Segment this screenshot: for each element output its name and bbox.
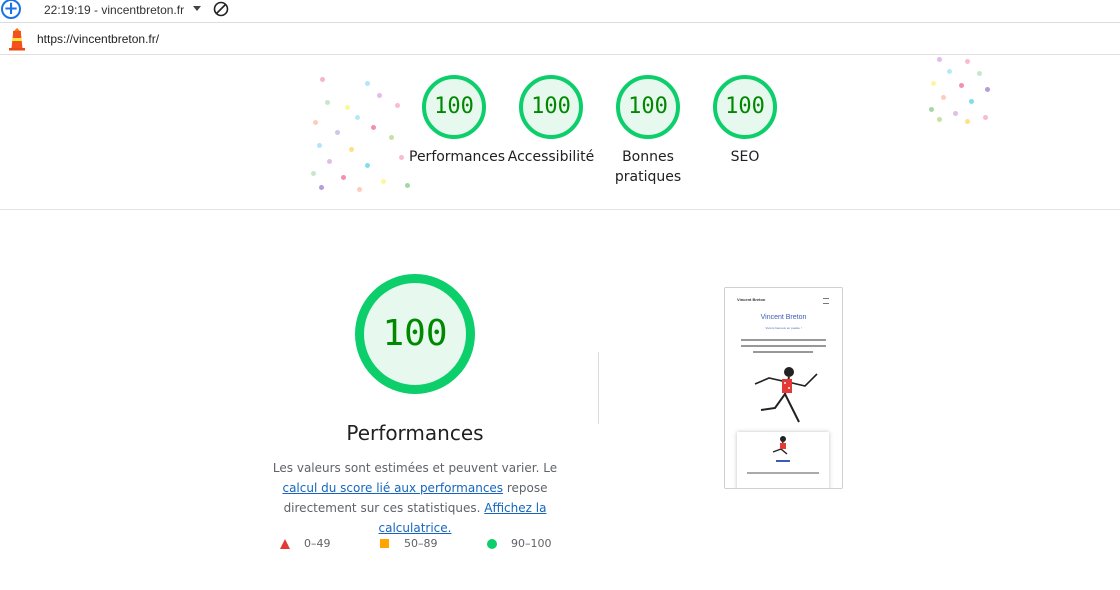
gauge-seo[interactable]: 100 SEO bbox=[700, 75, 790, 167]
gauge-circle: 100 bbox=[713, 75, 777, 139]
performance-description: Les valeurs sont estimées et peuvent var… bbox=[259, 458, 571, 538]
lighthouse-logo-icon bbox=[9, 28, 25, 51]
gauge-circle: 100 bbox=[519, 75, 583, 139]
thumb-card bbox=[737, 432, 829, 488]
thumb-text-line bbox=[741, 345, 826, 347]
score-gauges: 100 Performances 100 Accessibilité 100 B… bbox=[0, 55, 1120, 210]
dancer-small-icon bbox=[772, 436, 788, 455]
thumb-title: Vincent Breton bbox=[760, 314, 807, 321]
gauge-label: SEO bbox=[730, 149, 760, 165]
gauge-label: Accessibilité bbox=[507, 149, 595, 165]
desc-text: Les valeurs sont estimées et peuvent var… bbox=[272, 461, 558, 475]
fail-triangle-icon bbox=[280, 539, 290, 549]
confetti-left bbox=[305, 75, 420, 195]
final-screenshot-thumbnail[interactable]: Vincent Breton Vincent Breton Vivons heu… bbox=[724, 287, 843, 489]
block-icon[interactable] bbox=[213, 1, 229, 17]
gauge-score: 100 bbox=[434, 94, 474, 119]
thumb-card-title bbox=[737, 460, 829, 462]
thumb-text-line bbox=[741, 339, 826, 341]
thumb-card-text bbox=[747, 472, 819, 474]
thumb-subtitle: Vivons heureux en poésie ! bbox=[765, 326, 802, 330]
thumb-brand: Vincent Breton bbox=[737, 297, 766, 302]
audited-url[interactable]: https://vincentbreton.fr/ bbox=[37, 32, 159, 46]
chevron-down-icon[interactable] bbox=[193, 6, 201, 11]
report-toolbar: + 22:19:19 - vincentbreton.fr bbox=[0, 0, 1120, 23]
score-calculation-link[interactable]: calcul du score lié aux performances bbox=[282, 481, 503, 495]
pass-circle-icon bbox=[487, 539, 497, 549]
thumb-text-line bbox=[753, 351, 813, 353]
hamburger-icon bbox=[823, 298, 829, 304]
gauge-score: 100 bbox=[725, 94, 765, 119]
gauge-circle: 100 bbox=[616, 75, 680, 139]
url-bar: https://vincentbreton.fr/ bbox=[0, 23, 1120, 55]
gauge-bonnes-pratiques[interactable]: 100 Bonnes pratiques bbox=[603, 75, 693, 187]
performance-score: 100 bbox=[382, 313, 448, 354]
confetti-right bbox=[925, 55, 1000, 125]
dancer-illustration-icon bbox=[754, 367, 818, 423]
gauge-label: Bonnes pratiques bbox=[614, 149, 682, 185]
gauge-label: Performances bbox=[409, 149, 506, 165]
section-divider bbox=[598, 352, 599, 424]
report-selector[interactable]: 22:19:19 - vincentbreton.fr bbox=[44, 2, 184, 18]
legend-range: 50–89 bbox=[404, 537, 438, 550]
average-square-icon bbox=[380, 539, 389, 548]
gauge-performances[interactable]: 100 Performances bbox=[409, 75, 506, 167]
gauge-score: 100 bbox=[628, 94, 668, 119]
performance-gauge: 100 bbox=[355, 274, 475, 394]
legend-range: 0–49 bbox=[304, 537, 331, 550]
legend-range: 90–100 bbox=[511, 537, 552, 550]
gauge-accessibilite[interactable]: 100 Accessibilité bbox=[506, 75, 596, 167]
performance-title: Performances bbox=[346, 421, 484, 445]
gauge-circle: 100 bbox=[422, 75, 486, 139]
new-report-button[interactable]: + bbox=[1, 0, 21, 19]
gauge-score: 100 bbox=[531, 94, 571, 119]
